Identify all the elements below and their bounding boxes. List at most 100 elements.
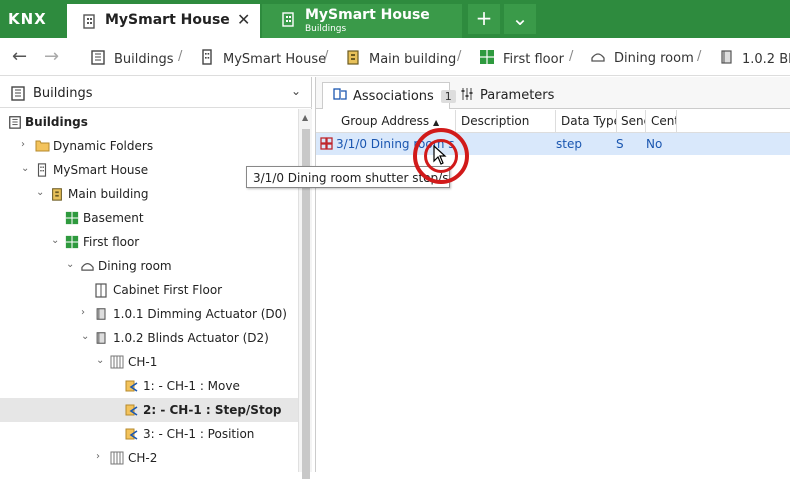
floor-icon [65,235,79,252]
breadcrumb-separator: / [457,49,462,64]
group-address-icon [320,137,333,153]
buildings-icon [8,115,22,132]
tree-item[interactable]: Basement [0,206,298,230]
details-panel: Associations 1 Parameters Group Address … [315,77,790,472]
breadcrumb-item-main-building[interactable]: Main building [345,49,456,69]
folder-icon [35,139,50,155]
tree-item[interactable]: 1: - CH-1 : Move [0,374,298,398]
column-label: Group Address [341,114,430,128]
tab-parameters[interactable]: Parameters [450,82,560,109]
associations-grid-header: Group Address ▲ Description Data Type Se… [316,110,790,133]
chevron-down-icon[interactable]: ⌄ [36,187,44,198]
column-header-central[interactable]: Cent [651,114,676,128]
tree-item-label: CH-1 [128,355,158,369]
tree-item-label: Dining room [98,259,172,273]
tree-item[interactable]: 2: - CH-1 : Step/Stop [0,398,298,422]
chevron-down-icon[interactable]: ⌄ [21,163,29,174]
breadcrumb-label: 1.0.2 Blin [742,51,790,67]
breadcrumb-label: Main building [369,51,457,67]
tree-item-label: 1.0.2 Blinds Actuator (D2) [113,331,269,345]
tab-mysmart-house-buildings[interactable]: MySmart House Buildings [262,4,462,38]
group-object-icon [125,427,140,444]
close-icon[interactable]: ✕ [237,10,250,29]
breadcrumb-label: First floor [503,51,564,67]
tree-item-label: Buildings [25,115,88,129]
column-separator[interactable] [455,110,456,133]
tab-associations[interactable]: Associations 1 [322,82,456,109]
chevron-right-icon[interactable]: › [21,139,25,150]
tree-item[interactable]: › 1.0.1 Dimming Actuator (D0) [0,302,298,326]
tab-label: Parameters [480,88,555,103]
breadcrumb-item-mysmart-house[interactable]: MySmart House [199,49,326,69]
tabs-dropdown-button[interactable]: ⌄ [504,4,536,34]
cell-data-type: step [556,137,582,151]
column-header-description[interactable]: Description [461,114,556,128]
breadcrumb-separator: / [324,49,329,64]
chevron-down-icon[interactable]: ⌄ [66,259,74,270]
tab-mysmart-house-active[interactable]: MySmart House ✕ [67,4,260,38]
breadcrumb-separator: / [569,49,574,64]
breadcrumb-item-blinds-actuator[interactable]: 1.0.2 Blin [720,49,790,69]
tree-item[interactable]: ⌄ 1.0.2 Blinds Actuator (D2) [0,326,298,350]
channel-icon [110,451,124,468]
tree-item-label: Basement [83,211,144,225]
buildings-icon [90,49,106,69]
scroll-up-icon[interactable]: ▲ [302,113,308,122]
tree-scrollbar[interactable]: ▲ [298,109,312,479]
tree-item[interactable]: ⌄ Dining room [0,254,298,278]
breadcrumb-separator: / [178,49,183,64]
breadcrumb-separator: / [697,49,702,64]
table-row[interactable]: 3/1/0 Dining room s... step S No [316,133,790,155]
tab-title: MySmart House [105,12,230,28]
breadcrumb-item-buildings[interactable]: Buildings [90,49,174,69]
column-separator[interactable] [555,110,556,133]
tree-item[interactable]: ⌄ First floor [0,230,298,254]
column-header-group-address[interactable]: Group Address ▲ [341,114,451,128]
panel-title: Buildings [33,86,93,101]
tree-item[interactable]: › CH-2 [0,446,298,470]
chevron-down-icon[interactable]: ⌄ [81,331,89,342]
back-arrow-icon[interactable]: ← [12,46,27,67]
tree-item[interactable]: › Dynamic Folders [0,134,298,158]
column-separator[interactable] [645,110,646,133]
floor-icon [479,49,495,69]
group-object-icon [125,403,140,420]
buildings-panel: Buildings ⌄ Buildings › Dynamic Folders ⌄ My… [0,77,312,479]
chevron-right-icon[interactable]: › [81,307,85,318]
column-header-data-type[interactable]: Data Type [561,114,617,128]
chevron-right-icon[interactable]: › [96,451,100,462]
tree-item-label: 1: - CH-1 : Move [143,379,240,393]
chevron-down-icon[interactable]: ⌄ [291,84,301,98]
tree-item[interactable]: 3: - CH-1 : Position [0,422,298,446]
column-header-send[interactable]: Send [621,114,645,128]
breadcrumb-item-first-floor[interactable]: First floor [479,49,564,69]
tree-item-label: CH-2 [128,451,158,465]
tree-item-label: Dynamic Folders [53,139,154,153]
building-section-icon [345,49,361,69]
building-icon [199,49,215,69]
tree-item[interactable]: ⌄ CH-1 [0,350,298,374]
tree-item[interactable]: Buildings [0,110,298,134]
tree-item[interactable]: Cabinet First Floor [0,278,298,302]
tab-title: MySmart House [305,7,430,23]
buildings-icon [10,85,26,104]
column-separator[interactable] [616,110,617,133]
breadcrumb-label: MySmart House [223,51,327,67]
breadcrumb-label: Dining room [614,50,694,66]
breadcrumb-label: Buildings [114,51,174,67]
breadcrumb-item-dining-room[interactable]: Dining room [590,49,694,67]
chevron-down-icon[interactable]: ⌄ [51,235,59,246]
sort-ascending-icon: ▲ [432,118,440,127]
tree-item-label: Main building [68,187,149,201]
add-tab-button[interactable]: + [468,4,500,34]
room-icon [590,49,606,67]
column-separator[interactable] [676,110,677,133]
forward-arrow-icon[interactable]: → [44,46,59,67]
device-icon [95,307,108,324]
chevron-down-icon[interactable]: ⌄ [96,355,104,366]
buildings-panel-header[interactable]: Buildings ⌄ [0,77,312,108]
tab-label: Associations [353,88,434,104]
device-icon [95,331,108,348]
tree-item-label: 3: - CH-1 : Position [143,427,255,441]
knx-logo: KNX [8,10,47,28]
